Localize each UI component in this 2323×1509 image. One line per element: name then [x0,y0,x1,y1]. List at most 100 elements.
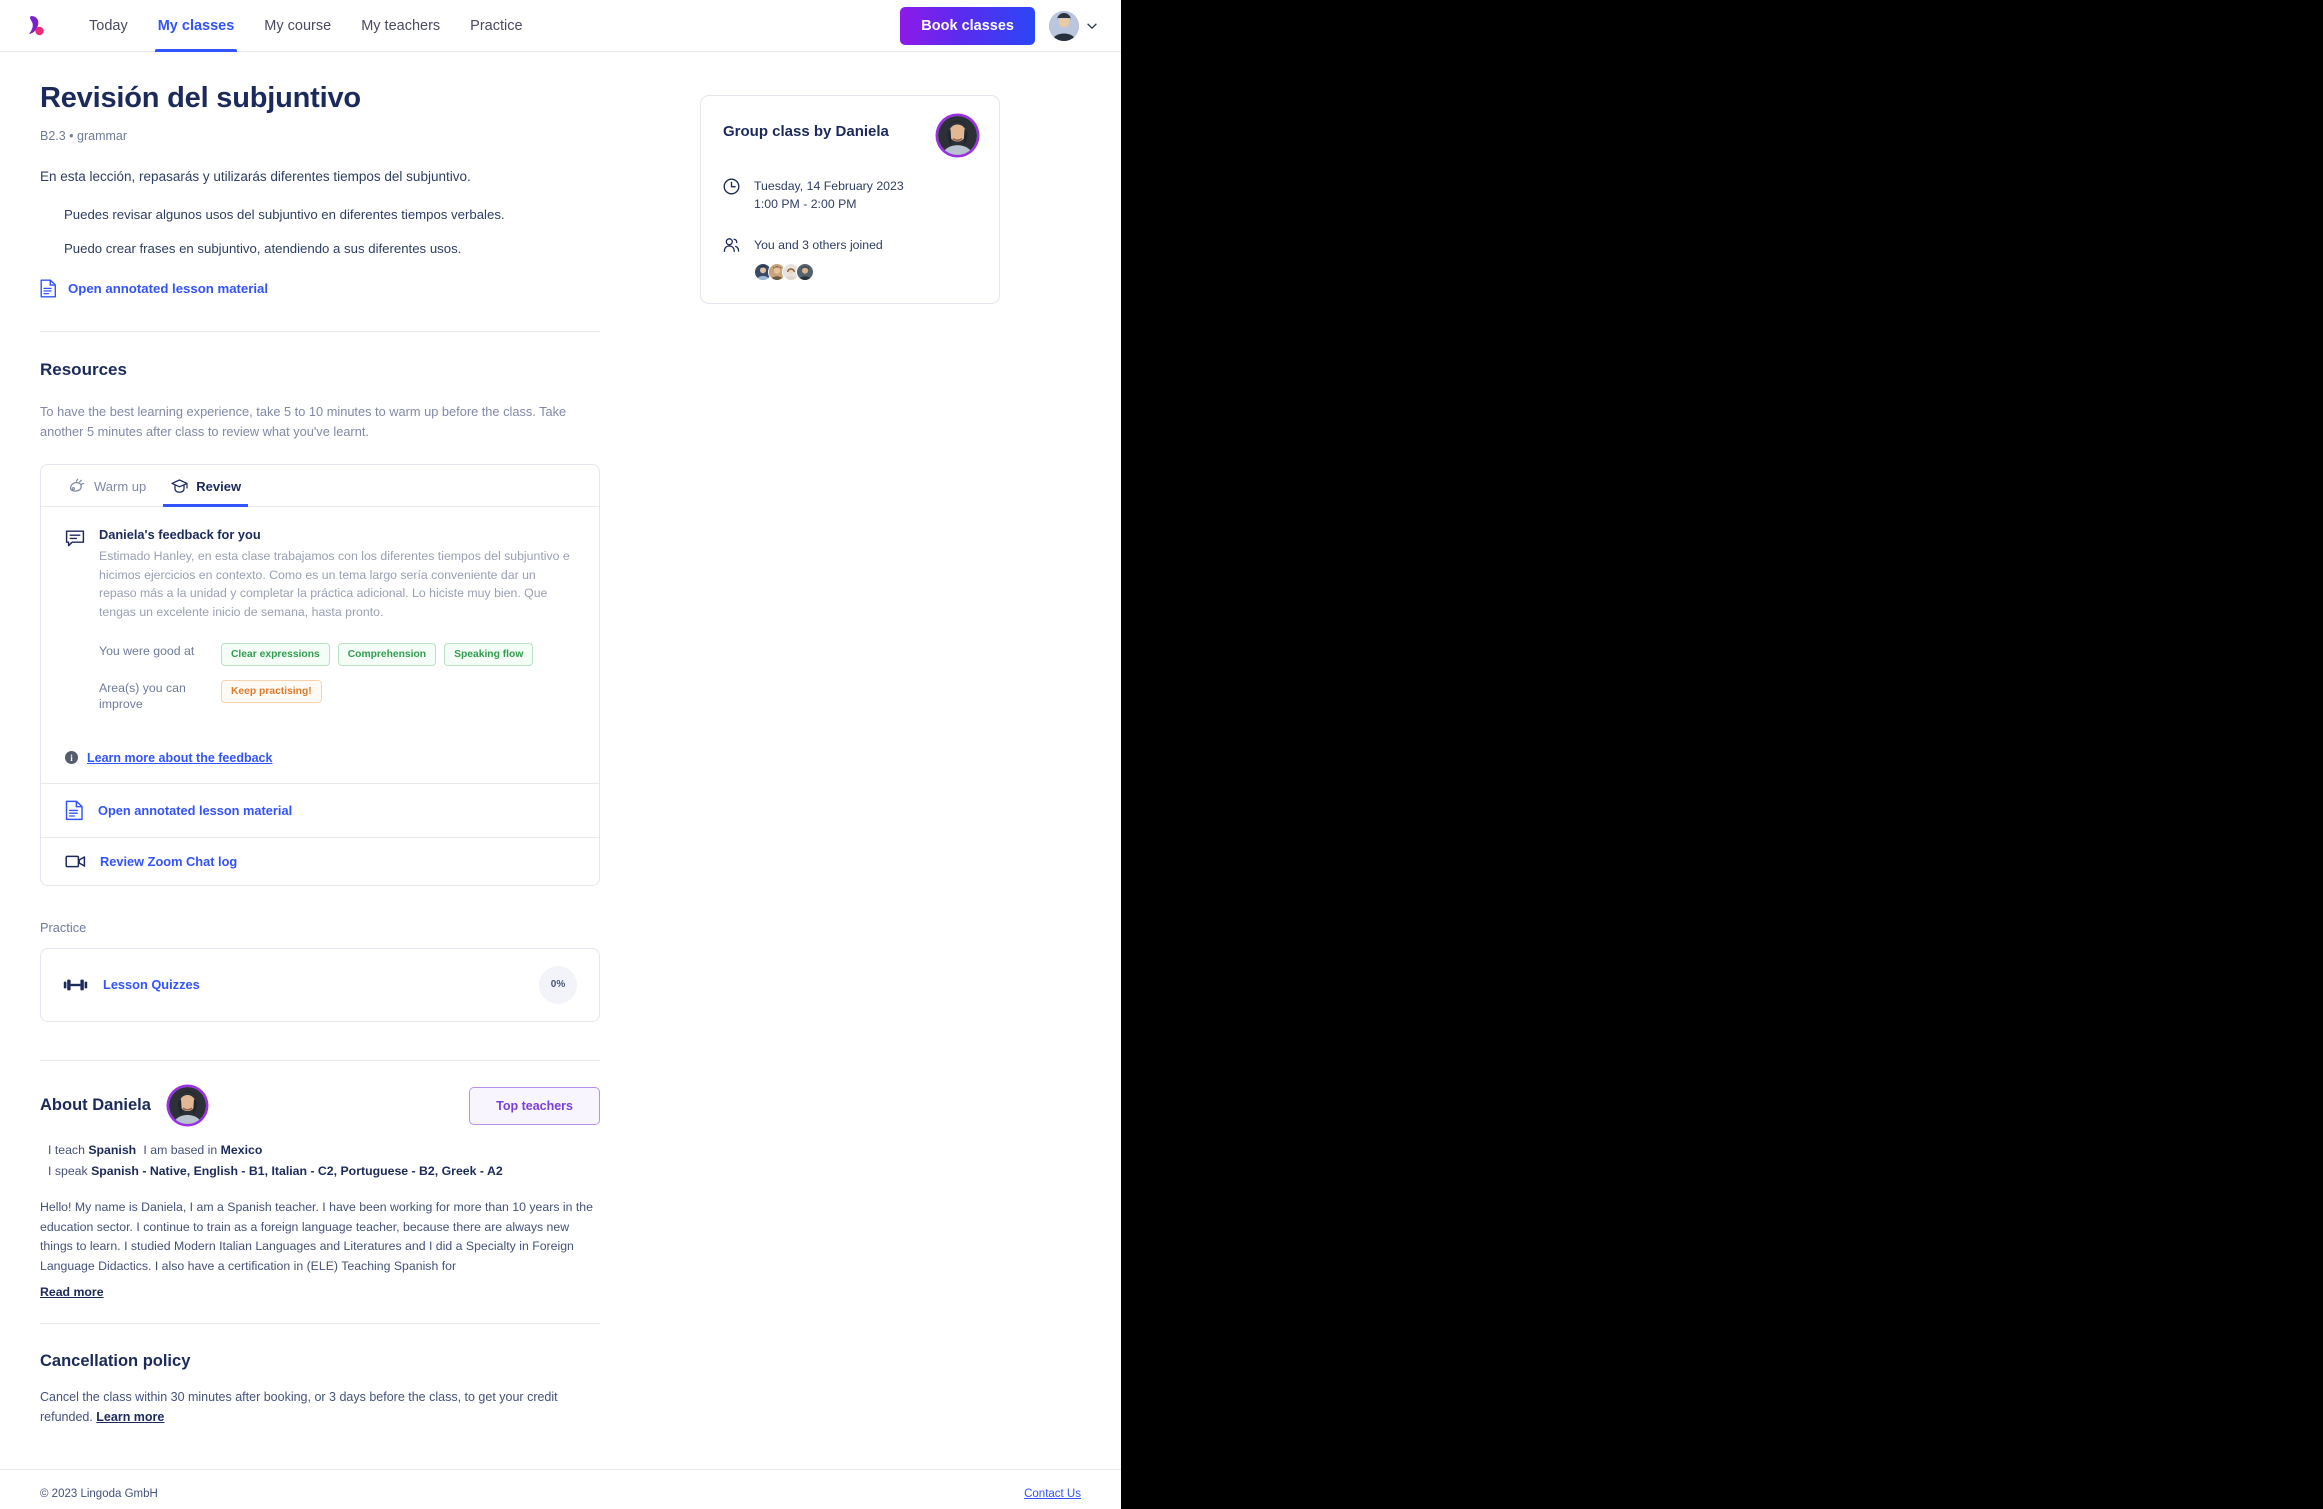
tab-warm-up[interactable]: Warm up [59,465,155,506]
feedback-attributes: You were good at Clear expressions Compr… [99,642,575,713]
feedback-body: Daniela's feedback for you Estimado Hanl… [99,527,575,727]
sidebar-column: Group class by Daniela Tuesday, 14 Febru… [700,95,1000,305]
group-class-date: Tuesday, 14 February 2023 [754,179,904,193]
open-annotated-lesson-material-label: Open annotated lesson material [68,281,269,297]
lesson-goal-item: Puedo crear frases en subjuntivo, atendi… [64,241,462,257]
based-value: Mexico [220,1142,263,1157]
page-footer: © 2023 Lingoda GmbH Contact Us [0,1468,1121,1509]
nav-item-my-classes[interactable]: My classes [143,0,250,52]
cancellation-policy-text: Cancel the class within 30 minutes after… [40,1387,570,1427]
info-icon: i [65,751,78,765]
nav-item-practice[interactable]: Practice [455,0,537,52]
nav-item-my-course[interactable]: My course [249,0,346,52]
feedback-improve-row: Area(s) you can improve Keep practising! [99,679,575,713]
group-class-card: Group class by Daniela Tuesday, 14 Febru… [700,95,1000,305]
tab-warm-up-label: Warm up [94,478,147,494]
lesson-goals: Puedes revisar algunos usos del subjunti… [40,206,600,257]
group-class-title: Group class by Daniela [723,123,889,140]
participant-avatar [796,263,814,282]
tab-review-label: Review [196,478,242,494]
graduation-cap-icon [171,479,188,493]
group-class-joined-label: You and 3 others joined [754,237,883,252]
feedback-strengths-chips: Clear expressions Comprehension Speaking… [221,642,534,666]
open-annotated-lesson-material-link-top[interactable]: Open annotated lesson material [40,279,600,298]
video-camera-icon [65,855,86,868]
lesson-intro: En esta lección, repasarás y utilizarás … [40,169,471,184]
cancellation-policy-heading: Cancellation policy [40,1351,191,1370]
divider [40,1322,600,1324]
speak-label: I speak [48,1163,88,1178]
teach-value: Spanish [88,1142,137,1157]
speak-value: Spanish - Native, English - B1, Italian … [91,1163,503,1178]
chat-bubble-icon [65,529,85,727]
dumbbell-icon [63,979,88,991]
lesson-quizzes-card[interactable]: Lesson Quizzes 0% [40,947,600,1022]
group-class-header: Group class by Daniela [723,116,977,155]
tab-review[interactable]: Review [161,465,250,507]
strength-chip: Speaking flow [444,642,534,666]
teacher-facts: I teach Spanish I am based in Mexico I s… [48,1143,600,1178]
feedback-block: Daniela's feedback for you Estimado Hanl… [41,507,599,743]
people-icon [723,237,740,259]
quiz-progress-badge: 0% [539,965,577,1004]
browser-viewport: Today My classes My course My teachers P… [0,0,1121,1509]
feedback-title: Daniela's feedback for you [99,526,261,542]
page-title: Revisión del subjuntivo [40,82,361,114]
strength-chip: Clear expressions [221,642,330,666]
joined-avatars [754,263,883,282]
review-zoom-chat-log-label: Review Zoom Chat log [100,853,238,869]
feedback-improve-label: Area(s) you can improve [99,680,186,712]
document-icon [40,279,56,298]
group-class-teacher-avatar [938,116,977,155]
teacher-fact-speak: I speak Spanish - Native, English - B1, … [48,1164,600,1178]
feedback-improve-chips: Keep practising! [221,679,322,713]
learn-more-about-feedback-label: Learn more about the feedback [87,750,273,765]
user-avatar[interactable] [1049,10,1079,41]
warm-up-icon [69,478,85,492]
read-more-link[interactable]: Read more [40,1285,104,1299]
divider [40,331,600,333]
chevron-down-icon[interactable] [1085,19,1099,33]
nav-links: Today My classes My course My teachers P… [74,0,538,52]
based-label: I am based in [143,1142,218,1157]
top-navigation-bar: Today My classes My course My teachers P… [0,0,1121,52]
strength-chip: Comprehension [337,642,437,666]
clock-icon [723,178,740,200]
page: Today My classes My course My teachers P… [0,0,1121,1509]
user-menu[interactable] [1049,10,1099,41]
book-classes-button[interactable]: Book classes [900,6,1035,45]
resources-tabs: Warm up Review [41,465,599,507]
top-teachers-badge[interactable]: Top teachers [469,1086,600,1125]
teacher-avatar [168,1087,206,1125]
learn-more-about-feedback-link[interactable]: i Learn more about the feedback [41,743,599,783]
feedback-strengths-row: You were good at Clear expressions Compr… [99,642,575,666]
lesson-quizzes-label: Lesson Quizzes [103,977,200,993]
group-class-participants: You and 3 others joined [754,236,883,282]
lesson-goal-item: Puedes revisar algunos usos del subjunti… [64,207,505,222]
resources-card: Warm up Review Daniela's feedback for yo… [40,463,600,886]
contact-us-link[interactable]: Contact Us [1024,1488,1081,1500]
feedback-strengths-label: You were good at [99,643,195,658]
cancellation-learn-more-link[interactable]: Learn more [96,1410,164,1424]
lingoda-logo[interactable] [18,9,52,43]
practice-label: Practice [40,919,87,935]
nav-item-today[interactable]: Today [74,0,143,52]
improve-chip: Keep practising! [221,679,322,703]
page-content: Revisión del subjuntivo B2.3 • grammar E… [0,52,1121,1427]
teach-label: I teach [48,1142,85,1157]
resources-description: To have the best learning experience, ta… [40,404,567,440]
teacher-bio: Hello! My name is Daniela, I am a Spanis… [40,1199,593,1273]
divider [40,1059,600,1061]
group-class-participants-row: You and 3 others joined [723,236,977,282]
about-title: About Daniela [40,1096,151,1115]
nav-item-my-teachers[interactable]: My teachers [346,0,455,52]
open-annotated-lesson-material-row[interactable]: Open annotated lesson material [41,782,599,837]
group-class-datetime: Tuesday, 14 February 2023 1:00 PM - 2:00… [754,177,904,214]
about-header: About Daniela Top teachers [40,1086,600,1125]
group-class-time-row: Tuesday, 14 February 2023 1:00 PM - 2:00… [723,177,977,214]
lesson-meta: B2.3 • grammar [40,129,128,143]
resources-heading: Resources [40,360,127,380]
teacher-fact-teach: I teach Spanish I am based in Mexico [48,1143,600,1157]
copyright-text: © 2023 Lingoda GmbH [40,1487,158,1500]
review-zoom-chat-log-row[interactable]: Review Zoom Chat log [41,836,599,885]
